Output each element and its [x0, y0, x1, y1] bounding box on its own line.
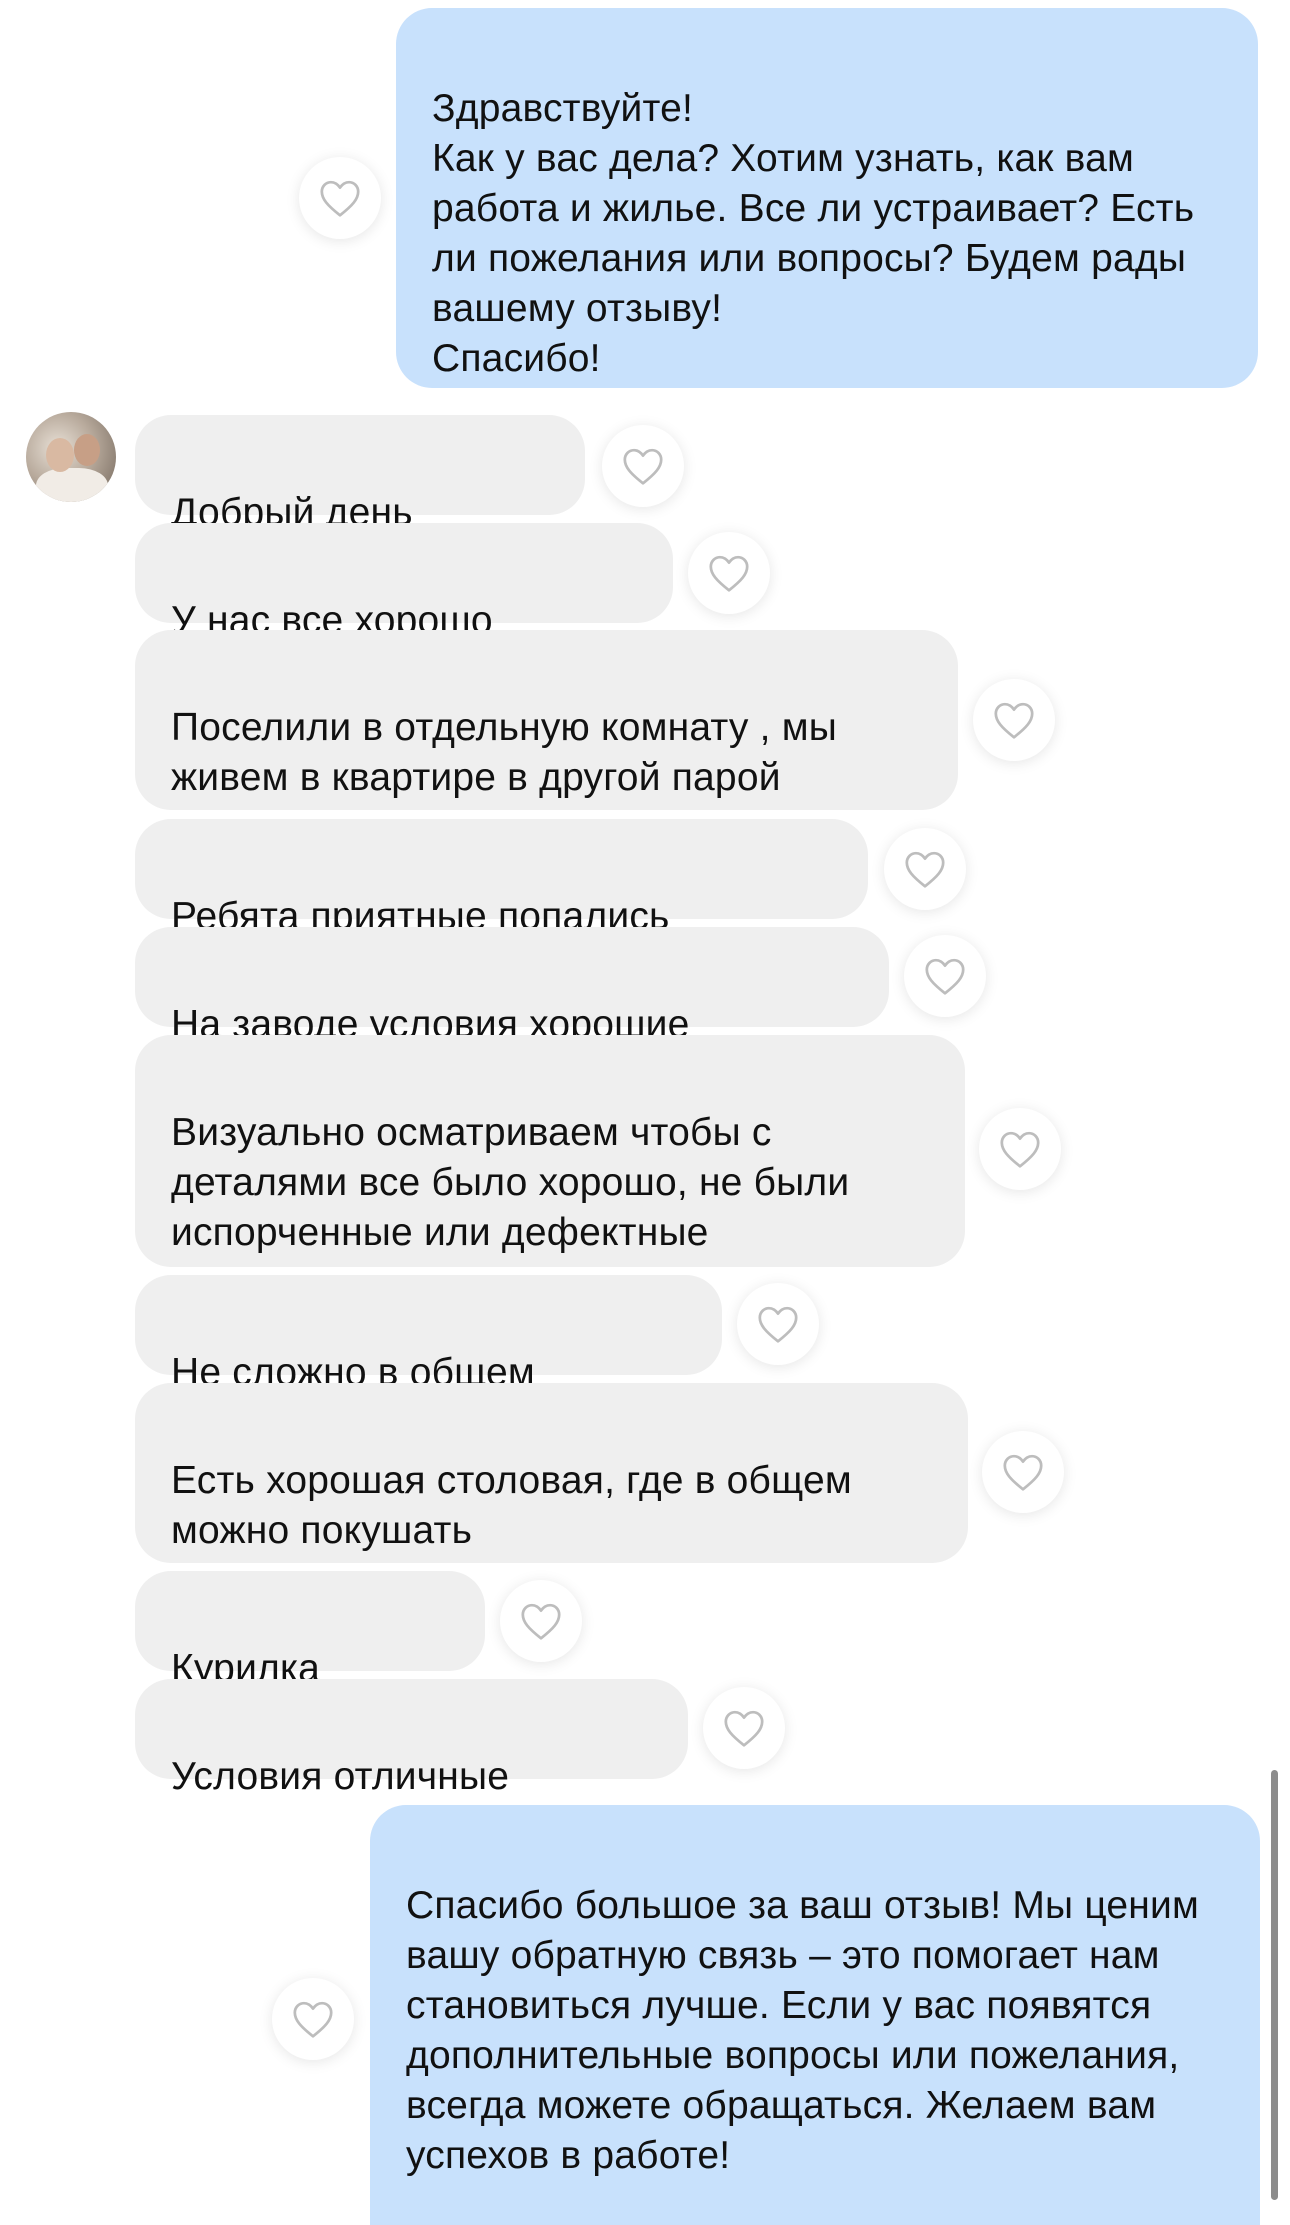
- message-bubble-incoming[interactable]: Ребята приятные попались: [135, 819, 868, 938]
- message-text: Условия отличные: [171, 1755, 510, 1798]
- heart-outline-icon: [623, 448, 663, 485]
- like-button[interactable]: [500, 1580, 582, 1662]
- like-button[interactable]: [272, 1978, 354, 2060]
- like-button[interactable]: [299, 157, 381, 239]
- heart-outline-icon: [1003, 1454, 1043, 1491]
- heart-outline-icon: [320, 180, 360, 217]
- message-bubble-incoming[interactable]: На заводе условия хорошие: [135, 927, 889, 1046]
- message-bubble-incoming[interactable]: Добрый день: [135, 415, 585, 534]
- message-bubble-incoming[interactable]: У нас все хорошо: [135, 523, 673, 642]
- like-button[interactable]: [982, 1431, 1064, 1513]
- message-bubble-outgoing[interactable]: Спасибо большое за ваш отзыв! Мы ценим в…: [370, 1805, 1260, 2225]
- like-button[interactable]: [737, 1283, 819, 1365]
- like-button[interactable]: [973, 679, 1055, 761]
- message-bubble-incoming[interactable]: Не сложно в общем: [135, 1275, 722, 1394]
- message-bubble-incoming[interactable]: Визуально осматриваем чтобы с деталями в…: [135, 1035, 965, 1267]
- message-bubble-incoming[interactable]: Есть хорошая столовая, где в общем можно…: [135, 1383, 968, 1563]
- like-button[interactable]: [602, 425, 684, 507]
- heart-outline-icon: [709, 555, 749, 592]
- message-bubble-incoming[interactable]: Условия отличные: [135, 1679, 688, 1798]
- heart-outline-icon: [994, 702, 1034, 739]
- heart-outline-icon: [293, 2001, 333, 2038]
- message-bubble-outgoing[interactable]: Здравствуйте! Как у вас дела? Хотим узна…: [396, 8, 1258, 388]
- message-text: Здравствуйте! Как у вас дела? Хотим узна…: [432, 87, 1195, 380]
- heart-outline-icon: [724, 1710, 764, 1747]
- message-bubble-incoming[interactable]: Поселили в отдельную комнату , мы живем …: [135, 630, 958, 810]
- heart-outline-icon: [905, 851, 945, 888]
- like-button[interactable]: [688, 532, 770, 614]
- heart-outline-icon: [925, 958, 965, 995]
- heart-outline-icon: [521, 1603, 561, 1640]
- avatar[interactable]: [26, 412, 116, 502]
- message-bubble-incoming[interactable]: Курилка: [135, 1571, 485, 1690]
- heart-outline-icon: [1000, 1131, 1040, 1168]
- scrollbar[interactable]: [1271, 1770, 1278, 2200]
- like-button[interactable]: [904, 935, 986, 1017]
- like-button[interactable]: [703, 1687, 785, 1769]
- message-text: Спасибо большое за ваш отзыв! Мы ценим в…: [406, 1884, 1200, 2177]
- viewport-edge: [1284, 0, 1290, 2207]
- like-button[interactable]: [884, 828, 966, 910]
- message-text: Визуально осматриваем чтобы с деталями в…: [171, 1111, 850, 1254]
- heart-outline-icon: [758, 1306, 798, 1343]
- message-text: Поселили в отдельную комнату , мы живем …: [171, 706, 837, 799]
- message-text: Есть хорошая столовая, где в общем можно…: [171, 1459, 852, 1552]
- like-button[interactable]: [979, 1108, 1061, 1190]
- chat-thread: Здравствуйте! Как у вас дела? Хотим узна…: [0, 0, 1290, 2225]
